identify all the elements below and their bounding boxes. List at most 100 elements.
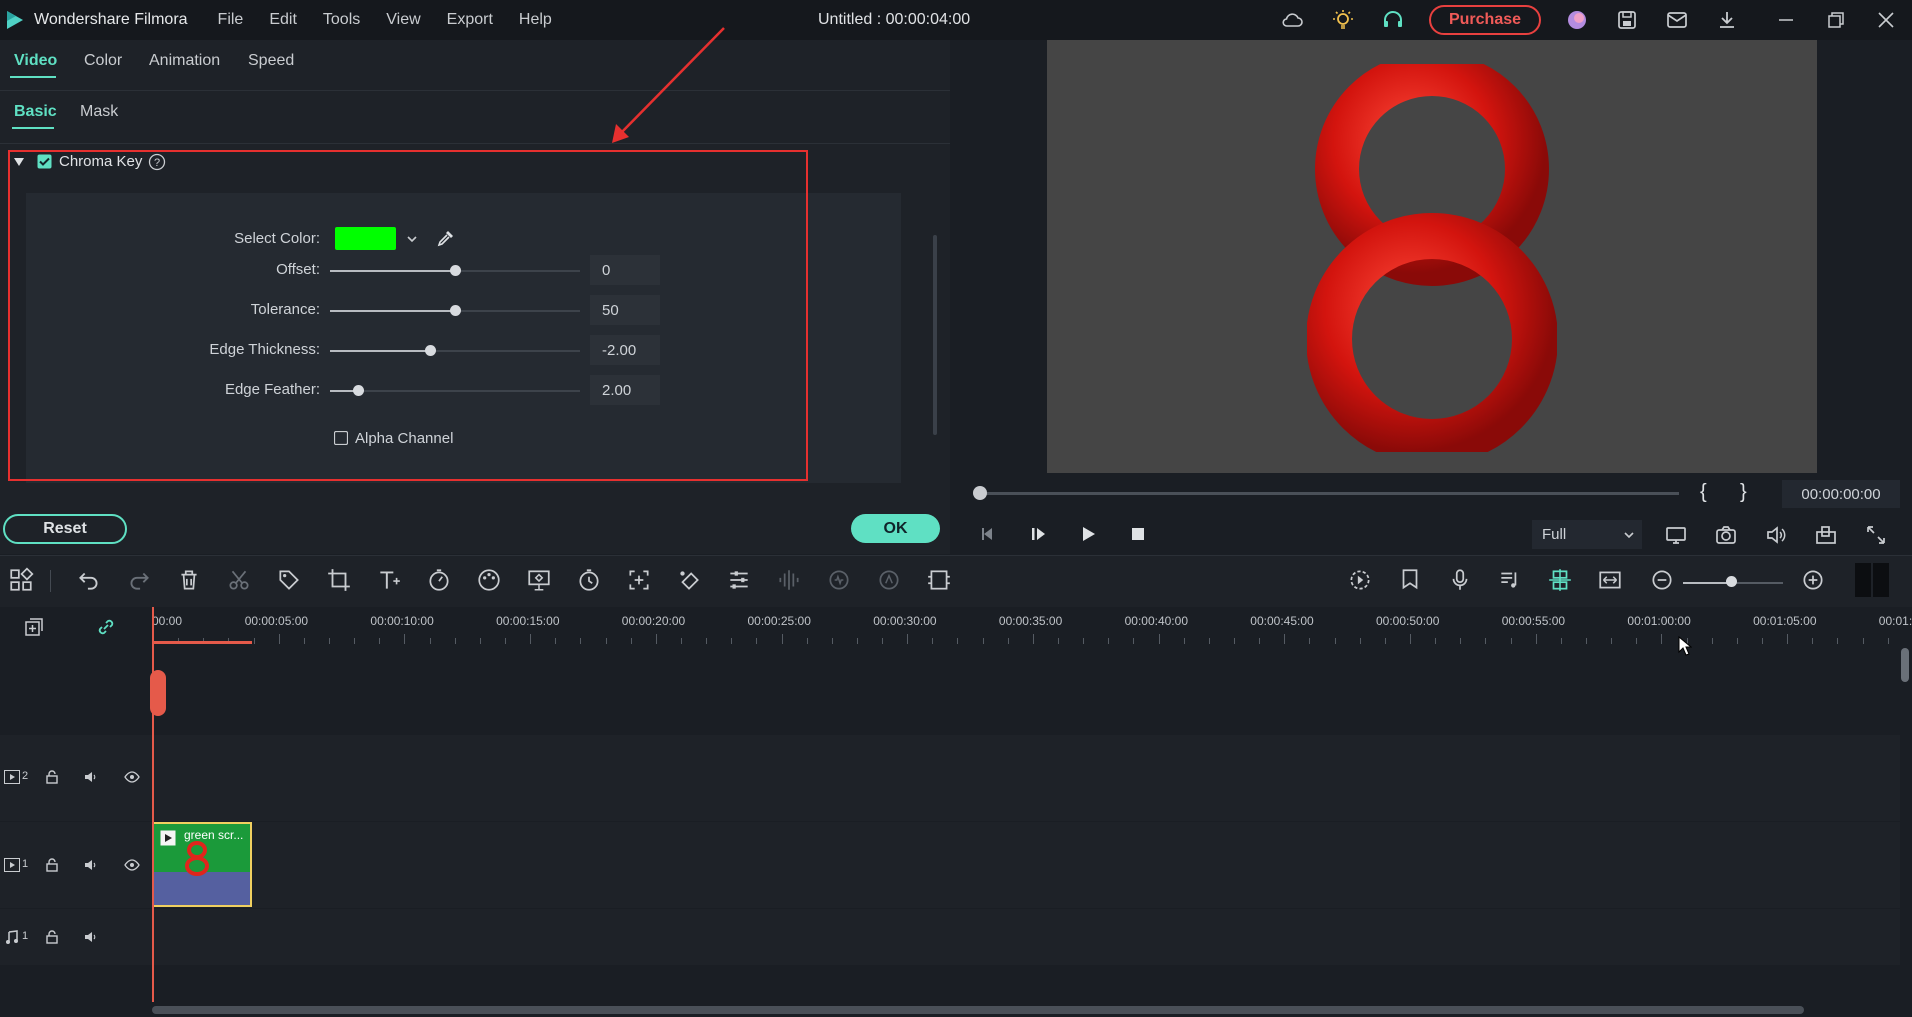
fullscreen-icon[interactable] <box>1864 523 1888 547</box>
reset-button[interactable]: Reset <box>3 514 127 544</box>
preview-canvas <box>1047 40 1817 473</box>
speaker-icon[interactable] <box>83 769 99 785</box>
cut-icon[interactable] <box>226 567 252 593</box>
save-icon[interactable] <box>1615 8 1639 32</box>
keyframe-icon[interactable] <box>526 567 552 593</box>
mark-out-button[interactable]: } <box>1740 481 1747 504</box>
fit-icon[interactable] <box>1597 567 1623 593</box>
color-icon[interactable] <box>476 567 502 593</box>
speaker-icon[interactable] <box>83 929 99 945</box>
timer-icon[interactable] <box>576 567 602 593</box>
crop-icon[interactable] <box>326 567 352 593</box>
lock-icon[interactable] <box>44 929 60 945</box>
speaker-icon[interactable] <box>83 857 99 873</box>
redo-icon[interactable] <box>126 567 152 593</box>
link-icon[interactable] <box>94 615 118 639</box>
ruler-tick <box>328 638 330 644</box>
eye-icon[interactable] <box>124 857 140 873</box>
film-icon[interactable] <box>926 567 952 593</box>
panel-toggle-left[interactable] <box>1855 563 1871 597</box>
preview-progress-track[interactable] <box>974 492 1679 495</box>
delete-icon[interactable] <box>176 567 202 593</box>
ok-button[interactable]: OK <box>851 514 940 543</box>
track-video-1[interactable] <box>0 822 1900 908</box>
transform-icon[interactable] <box>626 567 652 593</box>
menu-file[interactable]: File <box>218 11 244 29</box>
minimize-icon[interactable] <box>1774 8 1798 32</box>
clip-thumbnail: green scr... <box>154 824 250 876</box>
timeline-playhead[interactable] <box>152 607 154 1002</box>
active-subtab-indicator <box>12 127 54 129</box>
tab-video[interactable]: Video <box>14 52 57 70</box>
tab-speed[interactable]: Speed <box>248 52 294 70</box>
restore-icon[interactable] <box>1824 8 1848 32</box>
tag-icon[interactable] <box>276 567 302 593</box>
track-audio-1[interactable] <box>0 909 1900 965</box>
adjust-icon[interactable] <box>726 567 752 593</box>
menu-edit[interactable]: Edit <box>269 11 297 29</box>
timeline-vertical-scrollbar[interactable] <box>1901 648 1909 682</box>
lock-icon[interactable] <box>44 857 60 873</box>
render-icon[interactable] <box>1347 567 1373 593</box>
lightbulb-icon[interactable] <box>1331 8 1355 32</box>
purchase-button[interactable]: Purchase <box>1429 5 1541 35</box>
lock-icon[interactable] <box>44 769 60 785</box>
panel-toggle-right[interactable] <box>1873 563 1889 597</box>
ruler-tick <box>404 634 406 644</box>
layout-icon[interactable] <box>8 567 34 593</box>
avatar[interactable] <box>1565 8 1589 32</box>
mask-icon[interactable] <box>676 567 702 593</box>
chroma-key-highlight-box <box>8 150 808 481</box>
snap-icon[interactable] <box>1547 567 1573 593</box>
ruler-tick <box>1837 638 1839 644</box>
menu-help[interactable]: Help <box>519 11 552 29</box>
ai-icon[interactable] <box>876 567 902 593</box>
ruler-tick <box>1083 638 1085 644</box>
download-icon[interactable] <box>1715 8 1739 32</box>
chevron-down-icon[interactable] <box>1622 528 1636 542</box>
music-list-icon[interactable] <box>1497 567 1523 593</box>
track-video-2[interactable] <box>0 735 1900 821</box>
play-icon[interactable] <box>1078 524 1098 544</box>
preview-playhead[interactable] <box>973 486 987 500</box>
ruler-label: 00:00 <box>152 614 183 628</box>
cloud-icon[interactable] <box>1280 8 1304 32</box>
marker-icon[interactable] <box>1397 567 1423 593</box>
timeline-horizontal-scrollbar[interactable] <box>152 1006 1804 1014</box>
undo-icon[interactable] <box>76 567 102 593</box>
stop-icon[interactable] <box>1128 524 1148 544</box>
ruler-tick <box>1058 638 1060 644</box>
subtab-mask[interactable]: Mask <box>80 103 118 121</box>
add-track-icon[interactable] <box>22 615 46 639</box>
zoom-in-icon[interactable] <box>1800 567 1826 593</box>
ruler-label: 00:00:20:00 <box>621 614 686 628</box>
menu-tools[interactable]: Tools <box>323 11 360 29</box>
pip-icon[interactable] <box>1814 523 1838 547</box>
tab-color[interactable]: Color <box>84 52 122 70</box>
denoise-icon[interactable] <box>826 567 852 593</box>
zoom-out-icon[interactable] <box>1649 567 1675 593</box>
snapshot-icon[interactable] <box>1714 523 1738 547</box>
ruler-label: 00:00:15:00 <box>496 614 560 628</box>
menu-export[interactable]: Export <box>447 11 493 29</box>
audio-wave-icon[interactable] <box>776 567 802 593</box>
music-track-icon <box>6 930 18 944</box>
previous-frame-icon[interactable] <box>978 524 998 544</box>
display-icon[interactable] <box>1664 523 1688 547</box>
microphone-icon[interactable] <box>1447 567 1473 593</box>
mark-in-button[interactable]: { <box>1700 481 1707 504</box>
headset-icon[interactable] <box>1381 8 1405 32</box>
text-icon[interactable] <box>376 567 402 593</box>
subtab-basic[interactable]: Basic <box>14 103 57 121</box>
close-icon[interactable] <box>1874 8 1898 32</box>
zoom-slider-knob[interactable] <box>1726 576 1737 587</box>
tab-animation[interactable]: Animation <box>149 52 220 70</box>
eye-icon[interactable] <box>124 769 140 785</box>
timeline-clip[interactable]: green scr... <box>152 822 252 907</box>
mail-icon[interactable] <box>1665 8 1689 32</box>
speed-icon[interactable] <box>426 567 452 593</box>
volume-icon[interactable] <box>1764 523 1788 547</box>
panel-scrollbar[interactable] <box>933 235 937 435</box>
step-forward-icon[interactable] <box>1028 524 1048 544</box>
menu-view[interactable]: View <box>386 11 420 29</box>
